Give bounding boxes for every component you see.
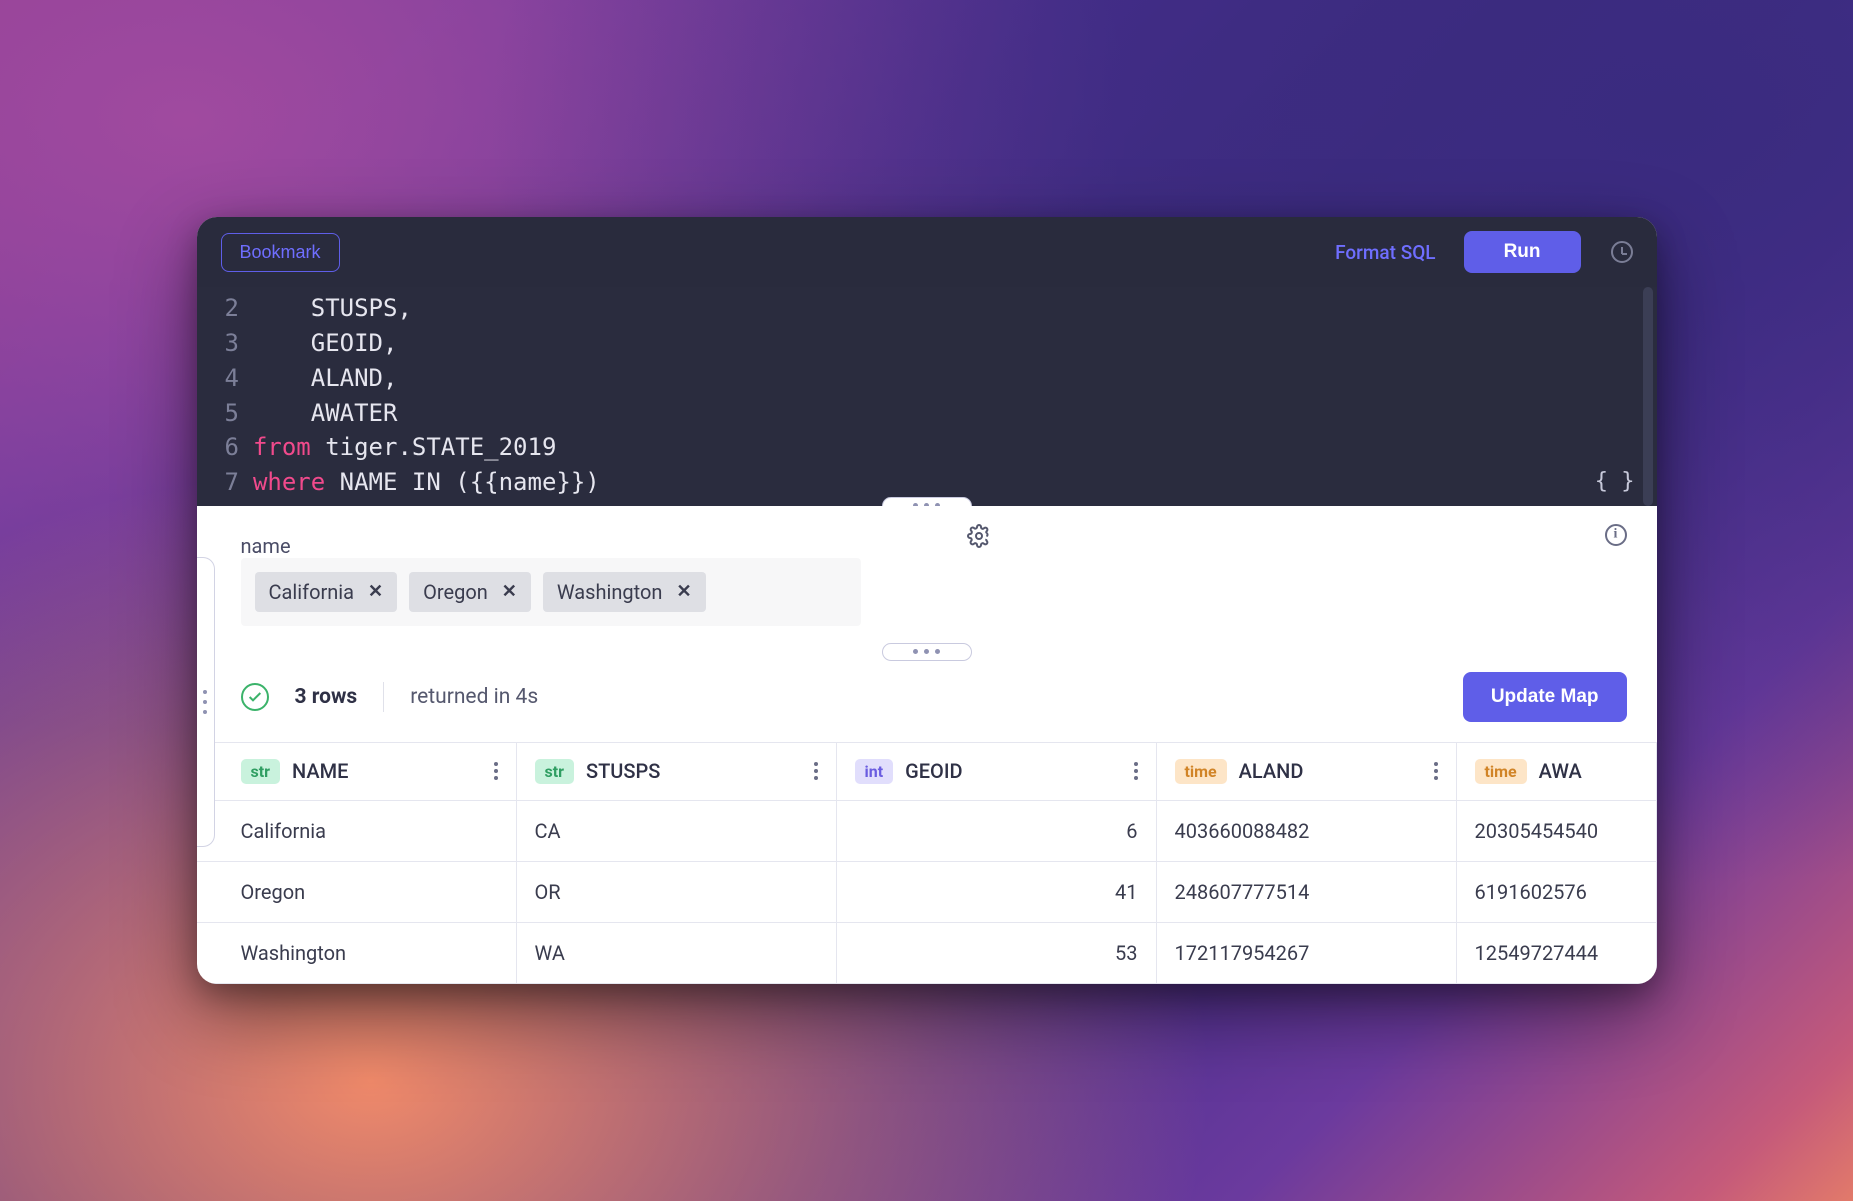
type-badge: int	[855, 759, 894, 784]
column-menu-icon[interactable]	[1434, 762, 1438, 780]
cell: 53	[837, 923, 1157, 984]
success-icon	[241, 683, 269, 711]
cell: CA	[517, 801, 837, 862]
format-sql-link[interactable]: Format SQL	[1335, 241, 1435, 264]
cell: 6191602576	[1457, 862, 1657, 923]
braces-icon[interactable]: { }	[1595, 466, 1635, 498]
col-label: STUSPS	[586, 759, 660, 783]
chip-washington[interactable]: Washington ✕	[543, 572, 706, 612]
close-icon[interactable]: ✕	[676, 581, 691, 602]
cell: 41	[837, 862, 1157, 923]
update-map-button[interactable]: Update Map	[1463, 672, 1627, 722]
col-label: NAME	[292, 759, 348, 783]
editor-scrollbar[interactable]	[1643, 287, 1653, 506]
cell: 20305454540	[1457, 801, 1657, 862]
chip-california[interactable]: California ✕	[255, 572, 398, 612]
sql-editor[interactable]: 2 3 4 5 6 7 STUSPS, GEOID, ALAND, AWATER…	[197, 287, 1657, 506]
toolbar: Bookmark Format SQL Run	[197, 217, 1657, 287]
cell: 172117954267	[1157, 923, 1457, 984]
results-bar: 3 rows returned in 4s Update Map	[197, 652, 1657, 742]
parameters-panel: name California ✕ Oregon ✕ Washington ✕	[197, 506, 1657, 652]
table-header: str NAME str STUSPS int GEOID time ALAND…	[197, 743, 1657, 801]
col-name[interactable]: str NAME	[197, 743, 517, 801]
cell: 248607777514	[1157, 862, 1457, 923]
chip-label: California	[269, 580, 355, 604]
close-icon[interactable]: ✕	[502, 581, 517, 602]
close-icon[interactable]: ✕	[368, 581, 383, 602]
cell: Oregon	[197, 862, 517, 923]
gear-icon[interactable]	[967, 524, 991, 548]
cell: Washington	[197, 923, 517, 984]
cell: California	[197, 801, 517, 862]
type-badge: str	[241, 759, 281, 784]
col-label: GEOID	[905, 759, 962, 783]
col-aland[interactable]: time ALAND	[1157, 743, 1457, 801]
run-button[interactable]: Run	[1464, 231, 1581, 273]
table-row[interactable]: Washington WA 53 172117954267 1254972744…	[197, 923, 1657, 984]
cell: 6	[837, 801, 1157, 862]
cell: WA	[517, 923, 837, 984]
cell: 403660088482	[1157, 801, 1457, 862]
param-chips[interactable]: California ✕ Oregon ✕ Washington ✕	[241, 558, 861, 626]
results-table: str NAME str STUSPS int GEOID time ALAND…	[197, 742, 1657, 984]
chip-label: Oregon	[423, 580, 488, 604]
cell: 12549727444	[1457, 923, 1657, 984]
returned-text: returned in 4s	[410, 685, 538, 709]
cell: OR	[517, 862, 837, 923]
chip-label: Washington	[557, 580, 663, 604]
divider	[383, 682, 384, 712]
type-badge: time	[1175, 759, 1227, 784]
table-row[interactable]: Oregon OR 41 248607777514 6191602576	[197, 862, 1657, 923]
col-geoid[interactable]: int GEOID	[837, 743, 1157, 801]
bookmark-button[interactable]: Bookmark	[221, 233, 340, 272]
chip-oregon[interactable]: Oregon ✕	[409, 572, 531, 612]
col-awa[interactable]: time AWA	[1457, 743, 1657, 801]
param-label: name	[241, 534, 291, 558]
type-badge: time	[1475, 759, 1527, 784]
column-menu-icon[interactable]	[1134, 762, 1138, 780]
rows-count: 3 rows	[295, 685, 358, 709]
col-stusps[interactable]: str STUSPS	[517, 743, 837, 801]
col-label: ALAND	[1239, 759, 1304, 783]
editor-code[interactable]: STUSPS, GEOID, ALAND, AWATER from tiger.…	[253, 287, 610, 506]
column-menu-icon[interactable]	[814, 762, 818, 780]
left-rail-handle[interactable]	[197, 557, 215, 847]
column-menu-icon[interactable]	[494, 762, 498, 780]
type-badge: str	[535, 759, 575, 784]
history-icon[interactable]	[1611, 241, 1633, 263]
table-row[interactable]: California CA 6 403660088482 20305454540	[197, 801, 1657, 862]
app-window: Bookmark Format SQL Run 2 3 4 5 6 7 STUS…	[197, 217, 1657, 984]
info-icon[interactable]	[1605, 524, 1627, 546]
col-label: AWA	[1539, 759, 1582, 783]
editor-gutter: 2 3 4 5 6 7	[197, 287, 253, 506]
